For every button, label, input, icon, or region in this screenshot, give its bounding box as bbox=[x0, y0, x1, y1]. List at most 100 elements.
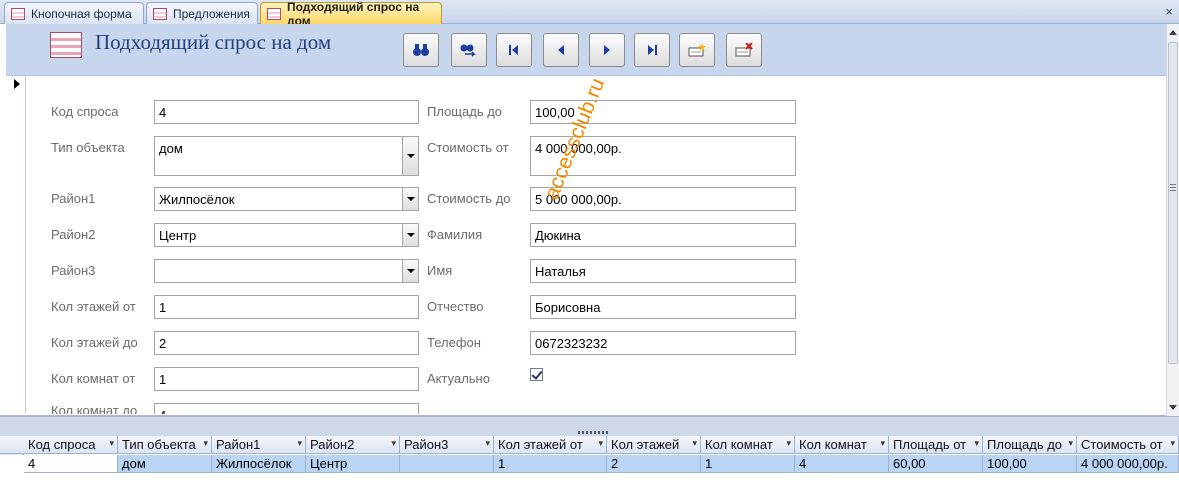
scroll-up-icon[interactable] bbox=[1169, 30, 1177, 35]
column-header[interactable]: Район2 ▾ bbox=[306, 436, 400, 454]
datasheet-view: Код спроса ▾ Тип объекта ▾ Район1 ▾ Район2 ▾ Рай… bbox=[0, 436, 1179, 480]
table-cell[interactable]: Жилпосёлок bbox=[212, 455, 306, 473]
chevron-down-icon[interactable]: ▾ bbox=[203, 438, 208, 449]
column-header-label: Район2 bbox=[310, 437, 355, 452]
tab-podkhodyashchiy-spros[interactable]: Подходящий спрос на дом bbox=[260, 0, 442, 28]
scroll-thumb[interactable] bbox=[1168, 42, 1178, 364]
table-cell[interactable]: 1 bbox=[701, 455, 795, 473]
label-familiya: Фамилия bbox=[427, 227, 483, 242]
chevron-down-icon[interactable]: ▾ bbox=[880, 438, 885, 449]
table-cell[interactable]: 2 bbox=[607, 455, 701, 473]
close-icon[interactable]: × bbox=[1165, 4, 1173, 19]
chevron-down-icon[interactable]: ▾ bbox=[692, 438, 697, 449]
chevron-down-icon[interactable]: ▾ bbox=[297, 438, 302, 449]
column-header[interactable]: Район3 ▾ bbox=[400, 436, 494, 454]
table-cell[interactable]: Центр bbox=[306, 455, 400, 473]
column-header-label: Кол комнат bbox=[705, 437, 773, 452]
find-next-button[interactable] bbox=[451, 33, 487, 67]
form-icon bbox=[11, 7, 25, 20]
current-record-icon bbox=[14, 79, 20, 89]
stoimost-do-field[interactable]: 5 000 000,00р. bbox=[530, 187, 796, 211]
chevron-down-icon[interactable]: ▾ bbox=[1068, 438, 1073, 449]
label-kol-etazhey-do: Кол этажей до bbox=[51, 335, 138, 350]
chevron-down-icon[interactable]: ▾ bbox=[391, 438, 396, 449]
kol-komnat-ot-field[interactable]: 1 bbox=[154, 367, 419, 391]
label-rayon3: Район3 bbox=[51, 263, 96, 278]
find-button[interactable] bbox=[403, 33, 439, 67]
column-header[interactable]: Тип объекта ▾ bbox=[118, 436, 212, 454]
table-cell[interactable]: 1 bbox=[494, 455, 607, 473]
column-header[interactable]: Кол этажей ▾ bbox=[607, 436, 701, 454]
column-header[interactable]: Кол комнат ▾ bbox=[701, 436, 795, 454]
column-header-label: Тип объекта bbox=[122, 437, 196, 452]
form-header: Подходящий спрос на дом bbox=[6, 24, 1166, 76]
column-header[interactable]: Район1 ▾ bbox=[212, 436, 306, 454]
label-rayon1: Район1 bbox=[51, 191, 96, 206]
column-header[interactable]: Площадь до ▾ bbox=[983, 436, 1077, 454]
table-cell[interactable]: дом bbox=[118, 455, 212, 473]
grip-icon bbox=[1170, 184, 1176, 192]
record-selector[interactable] bbox=[6, 76, 26, 414]
new-record-button[interactable] bbox=[679, 33, 715, 67]
column-header-label: Кол комнат bbox=[799, 437, 867, 452]
table-cell[interactable]: 4 bbox=[795, 455, 889, 473]
chevron-down-icon[interactable]: ▾ bbox=[974, 438, 979, 449]
column-header[interactable]: Стоимость от ▾ bbox=[1077, 436, 1179, 454]
previous-record-button[interactable] bbox=[543, 33, 579, 67]
rayon1-combo[interactable]: Жилпосёлок bbox=[154, 187, 419, 211]
table-cell[interactable]: 100,00 bbox=[983, 455, 1077, 473]
rayon3-combo[interactable] bbox=[154, 259, 419, 283]
telefon-field[interactable]: 0672323232 bbox=[530, 331, 796, 355]
table-cell[interactable]: 60,00 bbox=[889, 455, 983, 473]
table-cell[interactable] bbox=[400, 455, 494, 473]
otchestvo-field[interactable]: Борисовна bbox=[530, 295, 796, 319]
table-row[interactable]: 4 дом Жилпосёлок Центр 1 2 1 4 60,00 100,00 4 000 … bbox=[0, 455, 1179, 473]
tab-predlozheniya[interactable]: Предложения bbox=[146, 2, 258, 24]
delete-record-button[interactable] bbox=[726, 33, 762, 67]
first-record-button[interactable] bbox=[496, 33, 532, 67]
chevron-down-icon[interactable]: ▾ bbox=[485, 438, 490, 449]
scroll-down-icon[interactable] bbox=[1169, 405, 1177, 410]
form-vertical-scrollbar[interactable] bbox=[1166, 24, 1179, 416]
column-header[interactable]: Кол этажей от ▾ bbox=[494, 436, 607, 454]
next-record-icon bbox=[604, 45, 610, 55]
kol-komnat-do-field[interactable]: 4 bbox=[154, 403, 419, 414]
chevron-down-icon[interactable]: ▾ bbox=[1170, 438, 1175, 449]
tip-obekta-combo[interactable]: дом bbox=[154, 136, 419, 176]
datasheet-header-row: Код спроса ▾ Тип объекта ▾ Район1 ▾ Район2 ▾ Рай… bbox=[0, 436, 1179, 454]
kod-sprosa-field[interactable]: 4 bbox=[154, 100, 419, 124]
rayon1-value: Жилпосёлок bbox=[159, 192, 235, 207]
column-header[interactable]: Площадь от ▾ bbox=[889, 436, 983, 454]
kol-etazhey-do-field[interactable]: 2 bbox=[154, 331, 419, 355]
chevron-down-icon[interactable] bbox=[402, 137, 418, 175]
table-cell[interactable]: 4 bbox=[24, 455, 118, 473]
tab-knopochnaya-forma[interactable]: Кнопочная форма bbox=[4, 2, 144, 24]
rayon2-combo[interactable]: Центр bbox=[154, 223, 419, 247]
chevron-down-icon[interactable]: ▾ bbox=[786, 438, 791, 449]
splitter-grip-icon[interactable] bbox=[578, 431, 610, 434]
delete-record-icon bbox=[735, 43, 753, 57]
chevron-down-icon[interactable] bbox=[402, 188, 418, 210]
tab-label: Кнопочная форма bbox=[31, 6, 132, 21]
chevron-down-icon[interactable]: ▾ bbox=[109, 438, 114, 449]
imya-field[interactable]: Наталья bbox=[530, 259, 796, 283]
next-record-button[interactable] bbox=[589, 33, 625, 67]
column-header[interactable]: Кол комнат ▾ bbox=[795, 436, 889, 454]
document-tab-strip: Кнопочная форма Предложения Подходящий с… bbox=[0, 0, 1179, 28]
chevron-down-icon[interactable]: ▾ bbox=[598, 438, 603, 449]
label-aktualno: Актуально bbox=[427, 371, 490, 386]
kol-etazhey-ot-field[interactable]: 1 bbox=[154, 295, 419, 319]
label-kol-etazhey-ot: Кол этажей от bbox=[51, 299, 136, 314]
form-icon bbox=[153, 7, 167, 20]
chevron-down-icon[interactable] bbox=[402, 224, 418, 246]
familiya-field[interactable]: Дюкина bbox=[530, 223, 796, 247]
first-record-icon bbox=[509, 45, 518, 55]
chevron-down-icon[interactable] bbox=[402, 260, 418, 282]
last-record-button[interactable] bbox=[634, 33, 670, 67]
label-stoimost-do: Стоимость до bbox=[427, 191, 511, 206]
form-clip: Кол комнат до 4 bbox=[26, 400, 1166, 414]
table-cell[interactable]: 4 000 000,00р. bbox=[1077, 455, 1179, 473]
column-header-label: Район3 bbox=[404, 437, 449, 452]
column-header[interactable]: Код спроса ▾ bbox=[24, 436, 118, 454]
aktualno-checkbox[interactable] bbox=[530, 368, 543, 381]
